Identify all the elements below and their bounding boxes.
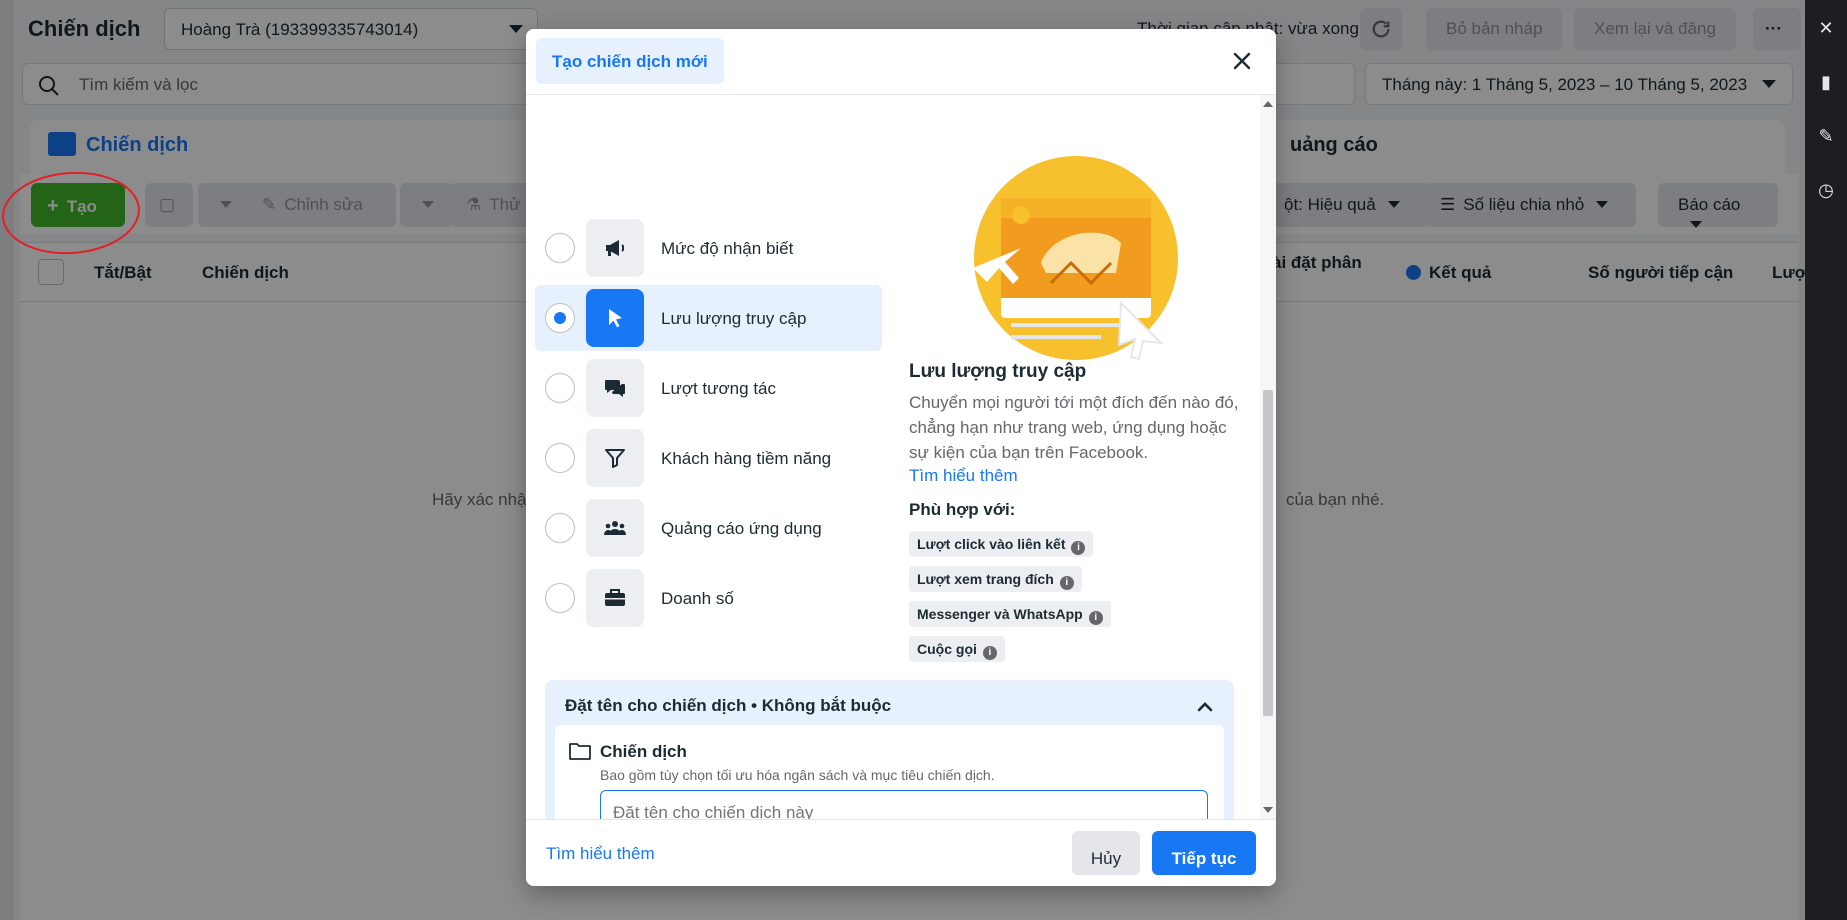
dialog-title: Tạo chiến dịch mới <box>536 38 724 84</box>
objective-detail-description: Chuyển mọi người tới một đích đến nào đó… <box>909 393 1239 462</box>
clock-icon[interactable]: ◷ <box>1815 180 1837 202</box>
close-icon <box>1233 52 1251 70</box>
scroll-down-icon[interactable] <box>1263 807 1273 813</box>
campaign-name-section-title: Đặt tên cho chiến dịch • Không bắt buộc <box>565 696 892 715</box>
fit-chip: Messenger và WhatsApp i <box>909 601 1111 627</box>
fit-chip: Cuộc gọi i <box>909 636 1005 662</box>
campaign-name-section: Đặt tên cho chiến dịch • Không bắt buộc … <box>545 680 1234 819</box>
objective-label: Mức độ nhận biết <box>661 239 794 258</box>
fit-chip-label: Lượt click vào liên kết <box>917 536 1066 552</box>
objective-sales[interactable]: Doanh số <box>535 565 882 631</box>
traffic-illustration <box>973 156 1178 361</box>
dialog-scrollbar[interactable] <box>1260 95 1276 819</box>
fit-chip: Lượt xem trang đích i <box>909 566 1082 592</box>
objective-engagement[interactable]: Lượt tương tác <box>535 355 882 421</box>
objective-radio[interactable] <box>545 583 575 613</box>
objective-radio[interactable] <box>545 443 575 473</box>
objective-radio-selected[interactable] <box>545 303 575 333</box>
info-icon[interactable]: i <box>1071 541 1086 555</box>
megaphone-icon <box>586 219 644 277</box>
fit-chip: Lượt click vào liên kết i <box>909 531 1094 557</box>
objective-traffic[interactable]: Lưu lượng truy cập <box>535 285 882 351</box>
fit-chip-label: Lượt xem trang đích <box>917 571 1054 587</box>
create-campaign-dialog: Tạo chiến dịch mới Mức độ nhận biết Lưu … <box>526 29 1276 886</box>
briefcase-icon <box>586 569 644 627</box>
objective-detail-title: Lưu lượng truy cập <box>909 361 1087 382</box>
scroll-up-icon[interactable] <box>1263 101 1273 107</box>
fit-for-title: Phù hợp với: <box>909 500 1016 519</box>
objective-learn-more-link[interactable]: Tìm hiểu thêm <box>909 466 1018 486</box>
chart-icon[interactable]: ▮ <box>1815 72 1837 94</box>
info-icon[interactable]: i <box>1059 576 1074 590</box>
objective-radio[interactable] <box>545 233 575 263</box>
dialog-body: Mức độ nhận biết Lưu lượng truy cập Lượt… <box>526 95 1276 819</box>
objective-awareness[interactable]: Mức độ nhận biết <box>535 215 882 281</box>
fit-chip-label: Messenger và WhatsApp <box>917 606 1083 622</box>
continue-button[interactable]: Tiếp tục <box>1152 831 1256 875</box>
chevron-up-icon <box>1197 702 1213 712</box>
right-sidebar: ✕ ▮ ✎ ◷ <box>1805 0 1847 920</box>
campaign-name-card-title: Chiến dịch <box>600 742 687 761</box>
people-icon <box>586 499 644 557</box>
scroll-thumb[interactable] <box>1263 390 1273 716</box>
folder-icon <box>569 743 591 760</box>
objective-radio[interactable] <box>545 513 575 543</box>
objective-radio[interactable] <box>545 373 575 403</box>
close-icon[interactable]: ✕ <box>1815 18 1837 40</box>
campaign-name-card-subtitle: Bao gồm tùy chọn tối ưu hóa ngân sách và… <box>600 767 995 783</box>
pencil-icon[interactable]: ✎ <box>1815 126 1837 148</box>
objective-leads[interactable]: Khách hàng tiềm năng <box>535 425 882 491</box>
dialog-header: Tạo chiến dịch mới <box>526 29 1276 95</box>
campaign-name-card: Chiến dịch Bao gồm tùy chọn tối ưu hóa n… <box>555 725 1224 819</box>
campaign-name-input[interactable] <box>600 790 1208 819</box>
cancel-button[interactable]: Hủy <box>1072 831 1140 875</box>
info-icon[interactable]: i <box>982 646 997 660</box>
dialog-footer: Tìm hiểu thêm Hủy Tiếp tục <box>526 819 1276 886</box>
objective-label: Lượt tương tác <box>661 379 776 398</box>
footer-learn-more-link[interactable]: Tìm hiểu thêm <box>546 844 655 864</box>
objective-label: Khách hàng tiềm năng <box>661 449 832 468</box>
cursor-icon <box>586 289 644 347</box>
objective-label: Doanh số <box>661 589 734 608</box>
collapse-button[interactable] <box>1194 696 1216 718</box>
objective-label: Quảng cáo ứng dụng <box>661 519 822 538</box>
chat-icon <box>586 359 644 417</box>
fit-chip-label: Cuộc gọi <box>917 641 977 657</box>
info-icon[interactable]: i <box>1088 611 1103 625</box>
funnel-icon <box>586 429 644 487</box>
objective-label: Lưu lượng truy cập <box>661 309 807 328</box>
objective-app-promotion[interactable]: Quảng cáo ứng dụng <box>535 495 882 561</box>
close-button[interactable] <box>1226 45 1258 77</box>
